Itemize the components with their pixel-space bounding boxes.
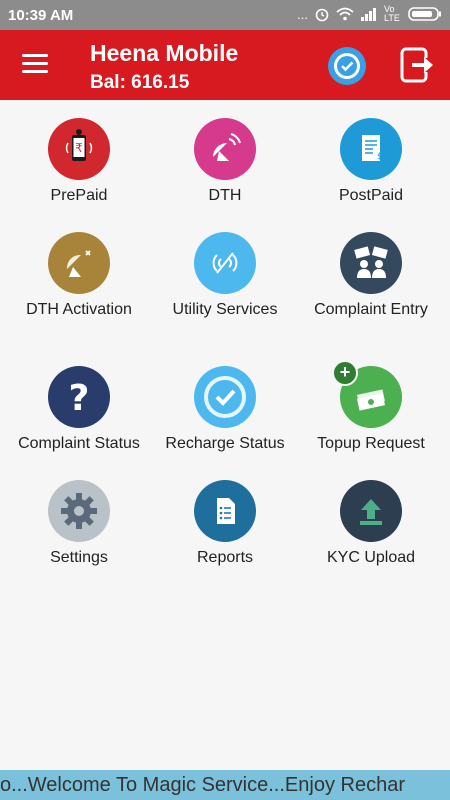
- menu-button[interactable]: [22, 54, 48, 76]
- tile-label: Recharge Status: [165, 435, 285, 452]
- utility-signal-icon: [194, 232, 256, 294]
- money-stack-icon: +: [332, 360, 402, 428]
- tile-settings[interactable]: Settings: [4, 480, 154, 568]
- tile-prepaid[interactable]: ₹ PrePaid: [4, 118, 154, 206]
- tile-label: DTH Activation: [26, 301, 132, 318]
- app-toolbar: Heena Mobile Bal: 616.15: [0, 30, 450, 100]
- check-circle-icon: [334, 53, 360, 79]
- tile-label: Complaint Status: [18, 435, 140, 452]
- marquee-banner: o...Welcome To Magic Service...Enjoy Rec…: [0, 770, 450, 800]
- prepaid-phone-icon: ₹: [48, 118, 110, 180]
- signal-icon: [361, 8, 376, 21]
- balance-label: Bal: 616.15: [90, 72, 190, 93]
- report-document-icon: [194, 480, 256, 542]
- status-icons: ... Vo LTE: [297, 5, 442, 23]
- svg-text:$: $: [377, 152, 383, 162]
- tile-label: Reports: [196, 549, 254, 566]
- status-bar: 10:39 AM ... Vo LTE: [0, 0, 450, 30]
- svg-text:₹: ₹: [75, 141, 83, 155]
- tile-postpaid[interactable]: $ PostPaid: [296, 118, 446, 206]
- tile-label: DTH: [208, 187, 242, 204]
- tile-label: PostPaid: [338, 187, 404, 204]
- wifi-icon: [336, 7, 354, 21]
- tile-dth[interactable]: DTH: [150, 118, 300, 206]
- tile-recharge-status[interactable]: Recharge Status: [150, 366, 300, 454]
- alarm-icon: [315, 8, 329, 22]
- question-mark-icon: ?: [48, 366, 110, 428]
- satellite-dish-icon: [48, 232, 110, 294]
- tile-label: Topup Request: [317, 435, 425, 452]
- tile-label: PrePaid: [50, 187, 108, 204]
- complaint-people-icon: [340, 232, 402, 294]
- verified-button[interactable]: [328, 47, 366, 85]
- tile-kyc-upload[interactable]: KYC Upload: [296, 480, 446, 568]
- gear-icon: [48, 480, 110, 542]
- tile-label: Utility Services: [172, 301, 278, 318]
- tile-complaint-status[interactable]: ? Complaint Status: [4, 366, 154, 454]
- tile-label: Complaint Entry: [314, 301, 428, 318]
- tile-complaint-entry[interactable]: Complaint Entry: [296, 232, 446, 320]
- logout-button[interactable]: [400, 46, 436, 84]
- plus-icon: +: [332, 360, 358, 386]
- checkmark-icon: [194, 366, 256, 428]
- network-label: Vo LTE: [384, 4, 400, 23]
- tile-topup-request[interactable]: + Topup Request: [296, 360, 446, 454]
- dth-dish-icon: [194, 118, 256, 180]
- tile-dth-activation[interactable]: DTH Activation: [4, 232, 154, 320]
- tile-label: KYC Upload: [326, 549, 416, 566]
- svg-text:?: ?: [69, 378, 90, 417]
- upload-arrow-icon: [340, 480, 402, 542]
- logout-icon: [400, 47, 433, 83]
- battery-icon: [408, 7, 441, 21]
- tile-utility-services[interactable]: Utility Services: [150, 232, 300, 320]
- status-time: 10:39 AM: [8, 7, 74, 24]
- postpaid-bill-icon: $: [340, 118, 402, 180]
- marquee-text: o...Welcome To Magic Service...Enjoy Rec…: [0, 774, 405, 796]
- status-dots: ...: [297, 6, 308, 22]
- tile-reports[interactable]: Reports: [150, 480, 300, 568]
- page-title: Heena Mobile: [90, 40, 239, 66]
- tile-label: Settings: [50, 549, 108, 566]
